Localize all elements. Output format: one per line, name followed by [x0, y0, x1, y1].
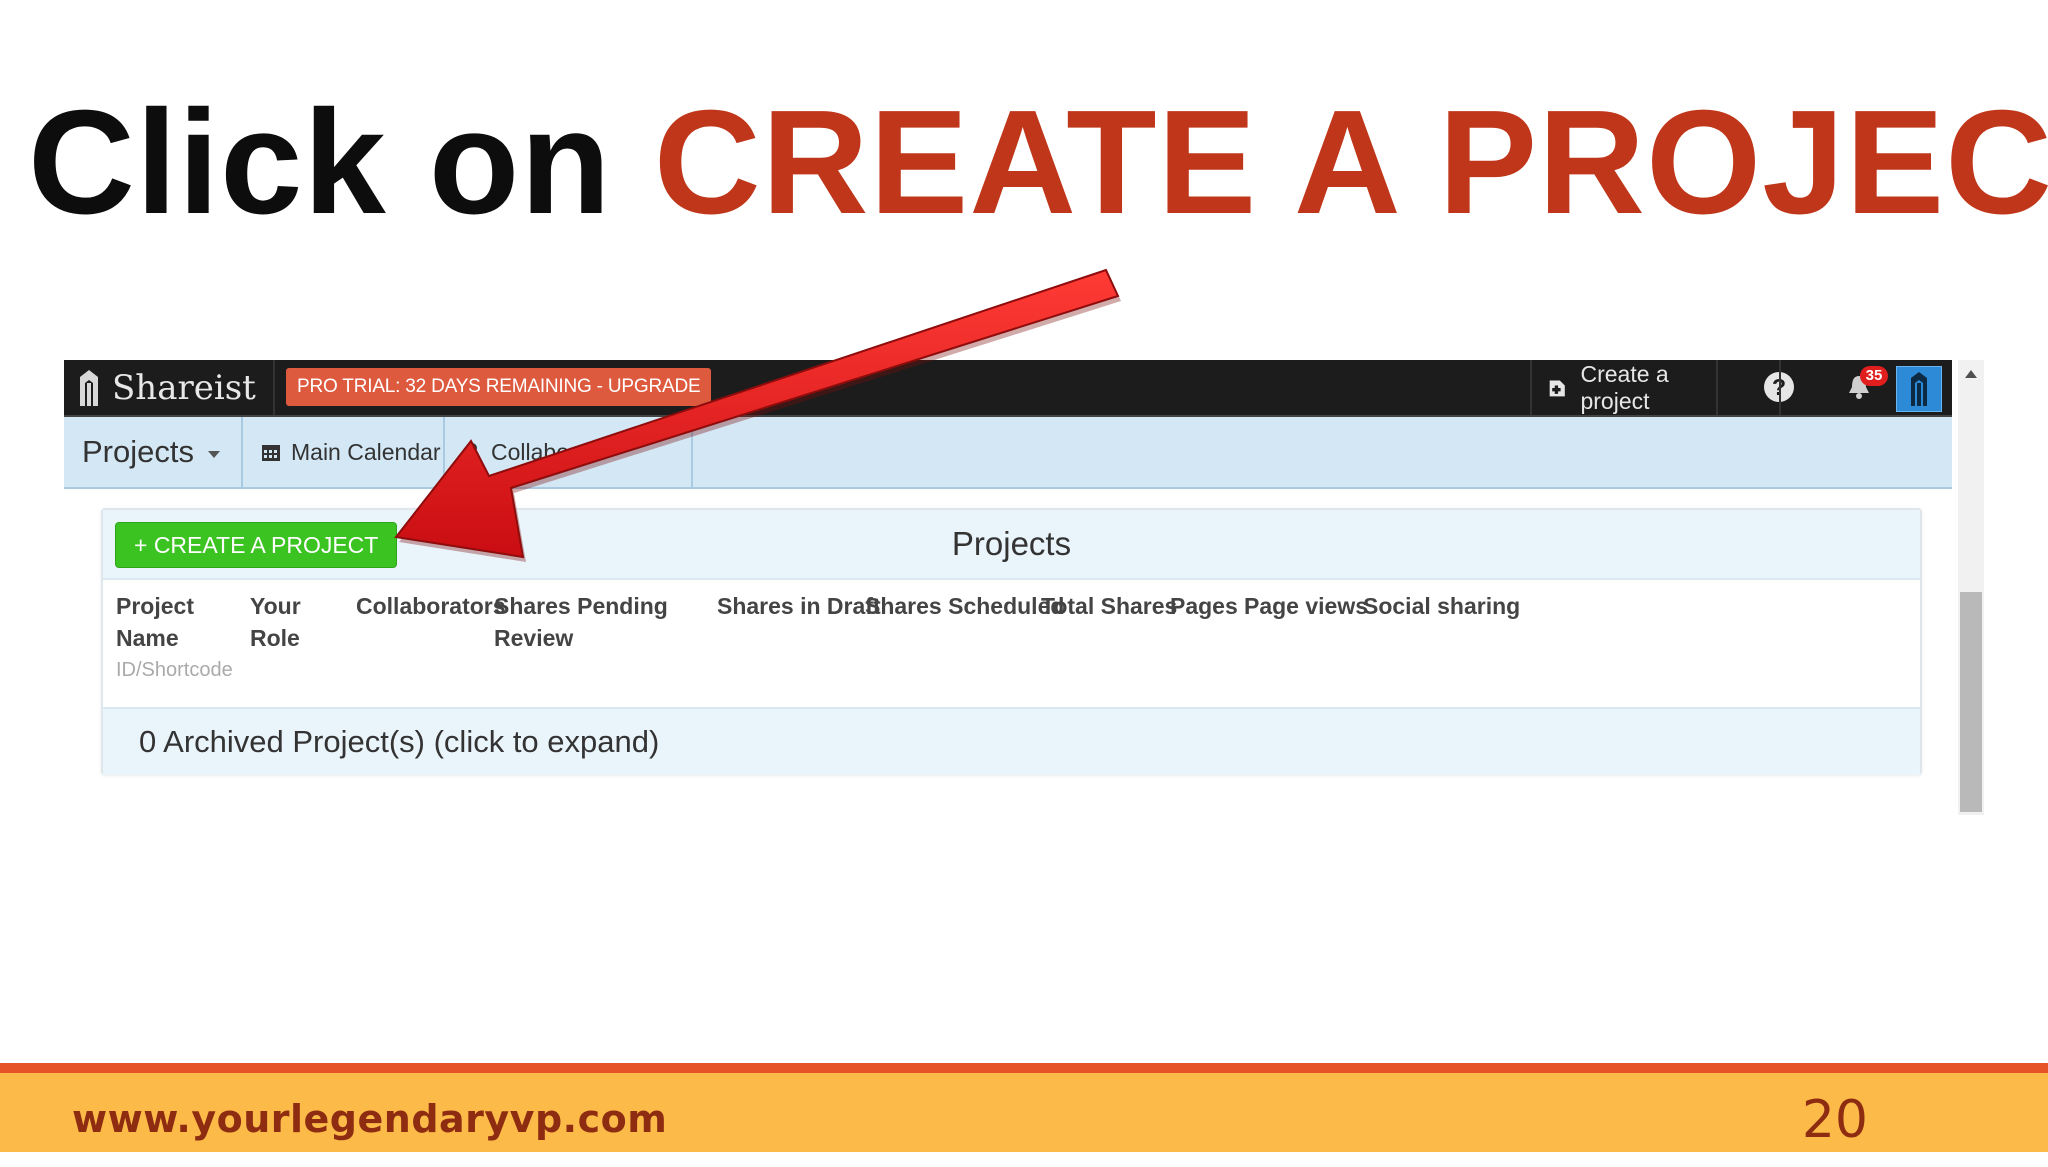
red-pointer-arrow-icon	[394, 268, 1121, 562]
footer-website-url: www.yourlegendaryvp.com	[72, 1097, 668, 1141]
slide-page-number: 20	[1801, 1090, 1868, 1150]
slide-footer: www.yourlegendaryvp.com 20	[0, 1073, 2048, 1152]
footer-accent-line	[0, 1063, 2048, 1073]
